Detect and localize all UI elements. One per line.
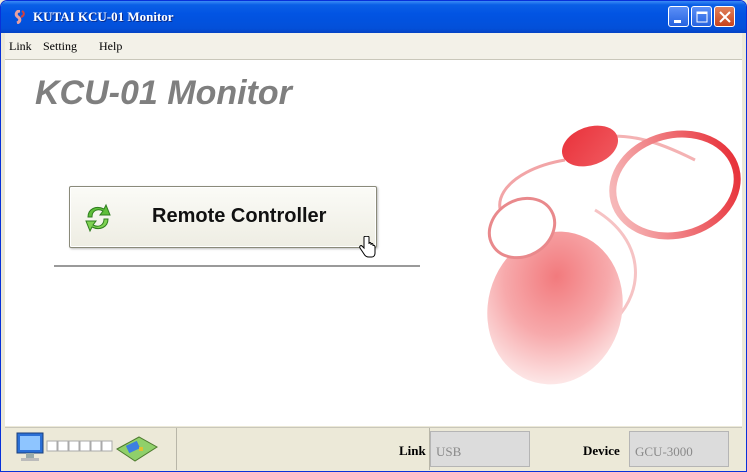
- minimize-button[interactable]: [668, 6, 689, 27]
- remote-controller-button[interactable]: Remote Controller: [69, 186, 377, 248]
- hand-cursor-icon: [359, 236, 376, 258]
- close-icon: [719, 11, 731, 23]
- device-label: Device: [583, 443, 620, 458]
- link-status-cell: Link: [177, 428, 430, 470]
- app-heading: KCU-01 Monitor: [35, 74, 292, 112]
- status-bar: Link USB Device GCU-3000: [5, 427, 742, 470]
- refresh-icon: [85, 203, 111, 233]
- title-bar[interactable]: KUTAI KCU-01 Monitor: [1, 1, 746, 33]
- link-label: Link: [399, 443, 426, 458]
- menu-setting[interactable]: Setting: [43, 39, 77, 54]
- minimize-icon: [674, 20, 681, 23]
- remote-controller-label: Remote Controller: [152, 205, 327, 227]
- menu-bar: Link Setting Help: [5, 33, 742, 60]
- app-window: KUTAI KCU-01 Monitor Link Setting Help K…: [0, 0, 747, 472]
- computer-to-device-icon: [16, 432, 158, 462]
- maximize-icon: [696, 11, 708, 23]
- main-panel: KCU-01 Monitor Remote Controller: [5, 60, 742, 426]
- window-title: KUTAI KCU-01 Monitor: [33, 9, 174, 24]
- menu-help[interactable]: Help: [99, 39, 122, 54]
- connection-status-cell: [5, 428, 177, 470]
- link-value: USB: [430, 431, 530, 467]
- app-logo-icon: [14, 10, 25, 24]
- separator-line: [54, 265, 420, 267]
- maximize-button[interactable]: [691, 6, 712, 27]
- close-button[interactable]: [714, 6, 735, 27]
- menu-link[interactable]: Link: [9, 39, 32, 54]
- device-value: GCU-3000: [629, 431, 729, 467]
